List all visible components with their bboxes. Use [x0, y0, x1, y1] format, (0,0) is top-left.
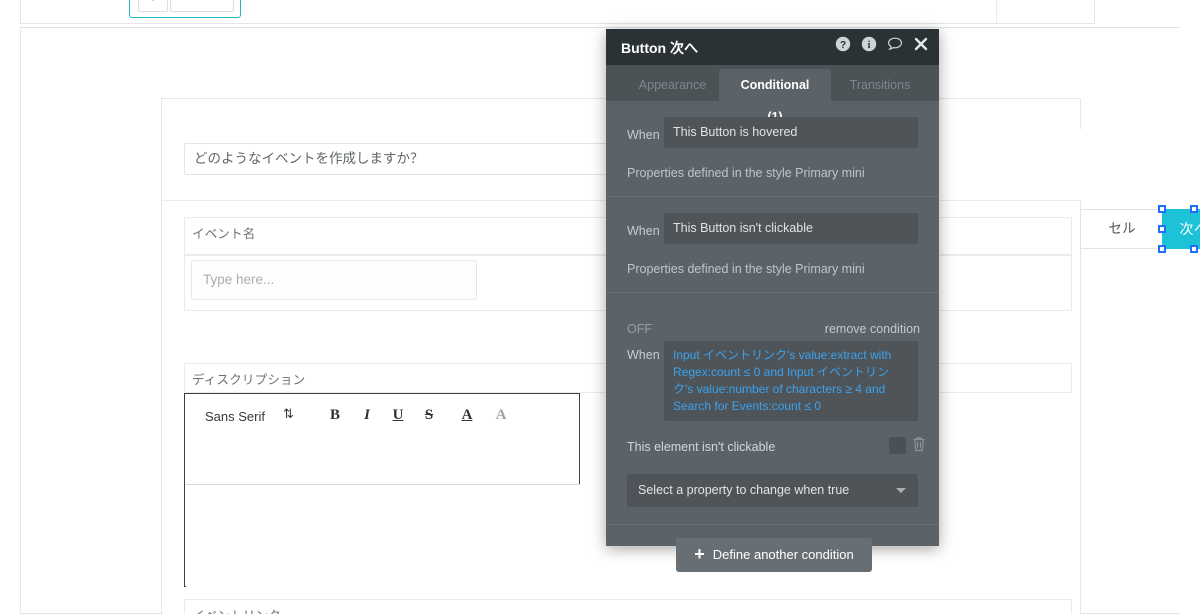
- panel-header: Button 次へ ? i: [606, 29, 939, 65]
- rte-content-area[interactable]: [186, 485, 580, 587]
- comment-icon[interactable]: [887, 36, 903, 52]
- property-select[interactable]: Select a property to change when true: [627, 474, 918, 507]
- spinner-value-field[interactable]: [170, 0, 234, 12]
- info-icon[interactable]: i: [861, 36, 877, 52]
- group-event-link: イベントリンク: [184, 599, 1072, 614]
- condition-property-label: This element isn't clickable: [627, 440, 776, 454]
- condition-1-when-label: When: [627, 128, 660, 142]
- panel-header-icons: ? i: [835, 36, 929, 52]
- property-select-placeholder: Select a property to change when true: [638, 483, 850, 497]
- toolbar-divider: [996, 0, 997, 23]
- rte-font-stepper-icon[interactable]: ⇅: [283, 406, 294, 422]
- chevron-down-icon: [896, 488, 906, 493]
- condition-divider-2: [606, 292, 939, 293]
- spinner-control[interactable]: ÷: [129, 0, 241, 18]
- panel-body: When This Button is hovered Properties d…: [606, 101, 939, 572]
- editable-condition-when-label: When: [627, 348, 660, 362]
- highlight-color-icon[interactable]: A: [491, 407, 511, 424]
- underline-icon[interactable]: U: [388, 407, 408, 424]
- svg-text:i: i: [868, 40, 871, 51]
- condition-divider-1: [606, 196, 939, 197]
- resize-handle-nw[interactable]: [1158, 205, 1166, 213]
- rich-text-editor[interactable]: Sans Serif ⇅ B I U S A A H₁ H₂ H₃ H₄: [184, 393, 580, 587]
- spinner-decrement[interactable]: ÷: [138, 0, 168, 12]
- tab-conditional[interactable]: Conditional (1): [719, 69, 831, 124]
- cancel-button[interactable]: セル: [1080, 209, 1164, 249]
- condition-state-toggle[interactable]: OFF: [627, 322, 652, 336]
- italic-icon[interactable]: I: [357, 407, 377, 424]
- design-canvas[interactable]: どのようなイベントを作成しますか？ イベント名 Type here... ディス…: [20, 28, 1200, 614]
- panel-title: Button 次へ: [621, 40, 698, 56]
- tab-appearance[interactable]: Appearance: [620, 69, 725, 101]
- resize-handle-w[interactable]: [1158, 225, 1166, 233]
- resize-handle-s[interactable]: [1190, 245, 1198, 253]
- next-button[interactable]: 次へ: [1162, 209, 1200, 249]
- property-editor-panel[interactable]: Button 次へ ? i Appearance Conditional Tra…: [606, 29, 939, 572]
- condition-row-2: When This Button isn't clickable: [606, 213, 939, 253]
- panel-tabbar: Appearance Conditional (1) Transitions: [606, 65, 939, 124]
- close-icon[interactable]: [913, 36, 929, 52]
- condition-divider-3: [606, 524, 939, 525]
- group-event-name-label: イベント名: [192, 227, 256, 241]
- editable-condition-expression[interactable]: Input イベントリンク's value:extract with Regex…: [664, 341, 918, 421]
- strikethrough-icon[interactable]: S: [419, 407, 439, 424]
- resize-handle-sw[interactable]: [1158, 245, 1166, 253]
- tab-transitions[interactable]: Transitions: [830, 69, 930, 101]
- define-another-condition-button[interactable]: + Define another condition: [676, 538, 872, 572]
- condition-property-checkbox[interactable]: [889, 437, 906, 454]
- condition-1-when-field[interactable]: This Button is hovered: [664, 117, 918, 148]
- condition-2-when-field[interactable]: This Button isn't clickable: [664, 213, 918, 244]
- group-event-link-label: イベントリンク: [192, 605, 281, 614]
- svg-text:?: ?: [840, 40, 846, 51]
- rte-font-select[interactable]: Sans Serif: [205, 409, 265, 424]
- editor-stage: ÷ ノンの編集 リンク タイプ／タイプを選択… ⌐ どのようなイベントを作成しま…: [0, 0, 1200, 614]
- question-input[interactable]: どのようなイベントを作成しますか？: [184, 143, 612, 175]
- event-name-input[interactable]: Type here...: [191, 260, 477, 300]
- resize-handle-n[interactable]: [1190, 205, 1198, 213]
- condition-2-when-label: When: [627, 224, 660, 238]
- rte-toolbar-row-2: H₁ H₂ H₃ H₄ 1 2 3: [185, 438, 579, 507]
- help-icon[interactable]: ?: [835, 36, 851, 52]
- condition-1-note: Properties defined in the style Primary …: [627, 166, 865, 180]
- bold-icon[interactable]: B: [325, 407, 345, 424]
- define-another-condition-label: Define another condition: [712, 547, 854, 562]
- condition-row-1: When This Button is hovered: [606, 117, 939, 157]
- group-description-label: ディスクリプション: [192, 373, 306, 387]
- text-color-icon[interactable]: A: [457, 407, 477, 424]
- rte-toolbar-row-1: Sans Serif ⇅ B I U S A A: [185, 396, 579, 440]
- condition-2-note: Properties defined in the style Primary …: [627, 262, 865, 276]
- delete-property-icon[interactable]: [912, 436, 926, 452]
- editor-top-toolbar: ÷ ノンの編集 リンク タイプ／タイプを選択… ⌐: [20, 0, 1095, 24]
- remove-condition-link[interactable]: remove condition: [825, 322, 920, 336]
